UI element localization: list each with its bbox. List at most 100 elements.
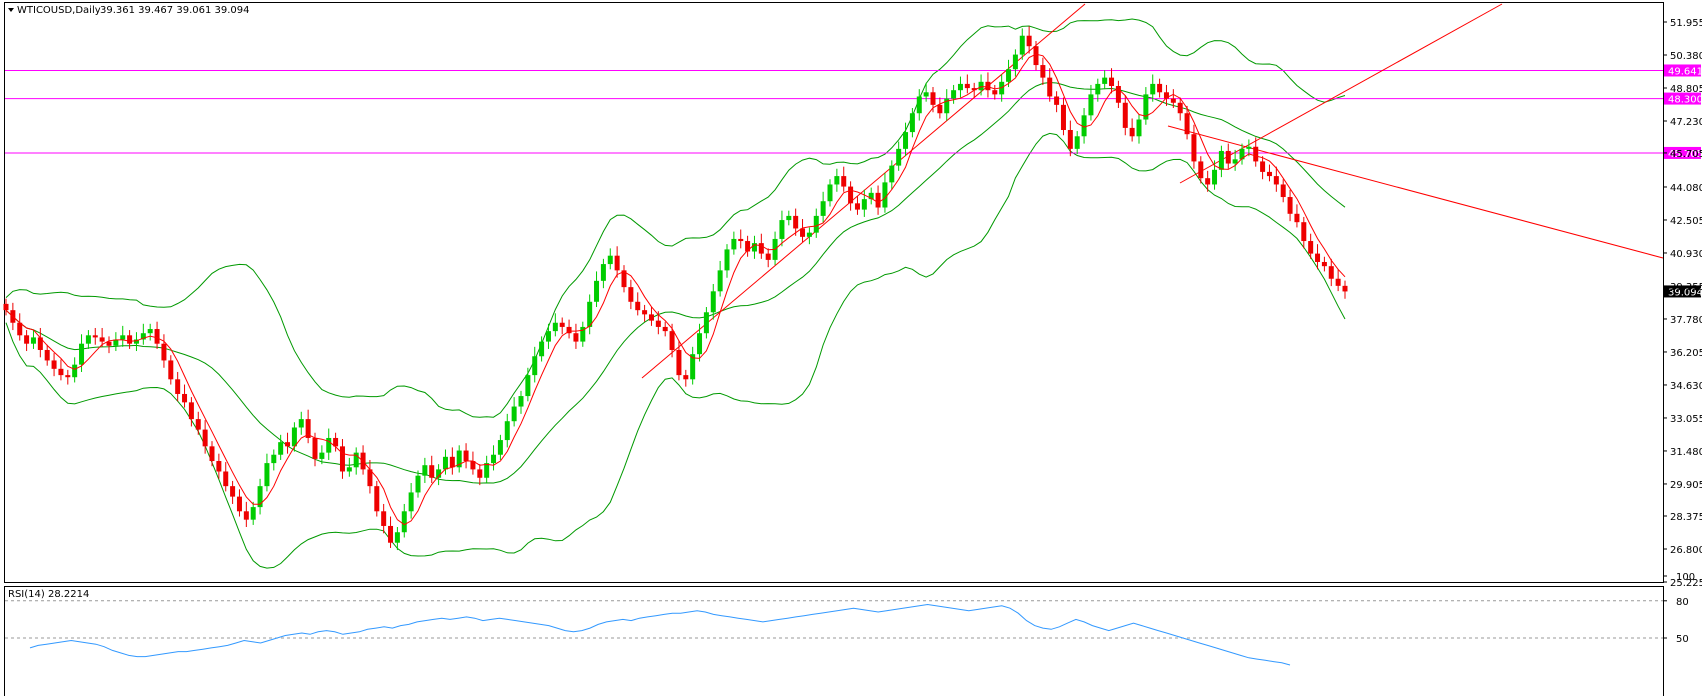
candle-body [861, 199, 867, 210]
candle [751, 235, 757, 259]
candle [1205, 170, 1211, 192]
candle [271, 449, 277, 471]
candle [1266, 164, 1272, 182]
candle [614, 246, 620, 278]
candle-body [58, 368, 64, 376]
candle [724, 244, 730, 278]
candle [140, 323, 146, 345]
candle-body [1102, 77, 1108, 84]
candle-body [51, 360, 57, 369]
candle [264, 453, 270, 492]
candle-body [429, 465, 435, 478]
candle-body [717, 270, 723, 292]
candle-body [1122, 102, 1128, 128]
candle-body [408, 492, 414, 512]
trendlines[interactable] [641, 3, 1664, 379]
moving-average-line [5, 53, 1346, 526]
price-tick-label: 37.780 [1670, 315, 1702, 326]
candle-body [1287, 197, 1293, 214]
price-tick-label: 40.930 [1670, 249, 1702, 260]
price-tick-label: 26.800 [1670, 545, 1702, 556]
candle [58, 359, 64, 381]
candle [1122, 95, 1128, 136]
price-tick-label: 28.375 [1670, 512, 1702, 523]
price-chart[interactable]: 49.64148.30045.70539.094 51.95550.38048.… [0, 0, 1702, 696]
candle-body [758, 243, 764, 254]
price-tick-label: 42.505 [1670, 216, 1702, 227]
candle [449, 447, 455, 475]
candle-body [1205, 178, 1211, 185]
candle-body [985, 81, 991, 91]
candle [1129, 118, 1135, 142]
candle [1191, 124, 1197, 169]
chart-window: 49.641 48.300 45.705 39.094 51.955 50.380 48.… [0, 0, 1702, 696]
candle [1074, 131, 1080, 155]
candle [813, 208, 819, 238]
candle-body [326, 437, 332, 453]
candle [985, 72, 991, 98]
candle-body [1342, 285, 1348, 292]
candle [168, 355, 174, 385]
candle [690, 346, 696, 385]
candles [3, 26, 1348, 551]
candle-body [230, 486, 236, 497]
candle-body [793, 215, 799, 229]
candle [1342, 280, 1348, 299]
candle-body [834, 176, 840, 185]
candle [381, 503, 387, 534]
candle-body [854, 203, 860, 210]
rsi-axis: 100 80 50 [1663, 572, 1695, 645]
candle-body [683, 375, 689, 380]
candle [559, 317, 565, 335]
candle [1060, 97, 1066, 136]
candle [401, 503, 407, 538]
candle-body [1095, 83, 1101, 95]
candle [1218, 145, 1224, 178]
candle [779, 210, 785, 247]
candle-body [1184, 113, 1190, 135]
candle [1088, 84, 1094, 121]
candle-body [24, 335, 30, 344]
candle [456, 445, 462, 473]
symbol-label: WTICOUSD,Daily [17, 5, 101, 16]
rsi-tick-label: 80 [1676, 597, 1689, 608]
candle-body [147, 329, 153, 334]
candle [285, 432, 291, 454]
candle [470, 451, 476, 475]
candle [1260, 156, 1266, 180]
candle [600, 258, 606, 289]
rsi-tick-label: 50 [1676, 634, 1689, 645]
candle [518, 390, 524, 414]
candle-body [401, 511, 407, 533]
candle [1102, 70, 1108, 90]
candle [182, 384, 188, 408]
rsi-panel-frame [4, 586, 1664, 696]
candle [230, 480, 236, 504]
candle-body [532, 356, 538, 376]
candle-body [1177, 102, 1183, 114]
candle-body [930, 92, 936, 105]
price-tick-label: 34.630 [1670, 381, 1702, 392]
candle [1280, 179, 1286, 203]
candle-body [951, 90, 957, 99]
horizontal-levels[interactable]: 49.64148.30045.70539.094 [5, 64, 1702, 298]
candle [532, 346, 538, 383]
candle-body [374, 486, 380, 512]
bollinger-upper-band [5, 18, 1346, 418]
collapse-arrow-icon[interactable] [8, 8, 14, 12]
price-tick-label: 51.955 [1670, 18, 1702, 29]
candle [250, 501, 256, 525]
price-tick-label: 50.380 [1670, 51, 1702, 62]
candle-body [1294, 213, 1300, 223]
candle-body [1191, 134, 1197, 162]
candle [477, 464, 483, 486]
candle-body [820, 201, 826, 216]
candle [106, 336, 112, 354]
candle [1136, 114, 1142, 144]
candle [957, 76, 963, 98]
price-tick-label: 44.080 [1670, 183, 1702, 194]
candle [491, 445, 497, 471]
candle [30, 330, 36, 349]
rsi-series [5, 600, 1663, 666]
ohlc-label: 39.361 39.467 39.061 39.094 [100, 5, 250, 16]
